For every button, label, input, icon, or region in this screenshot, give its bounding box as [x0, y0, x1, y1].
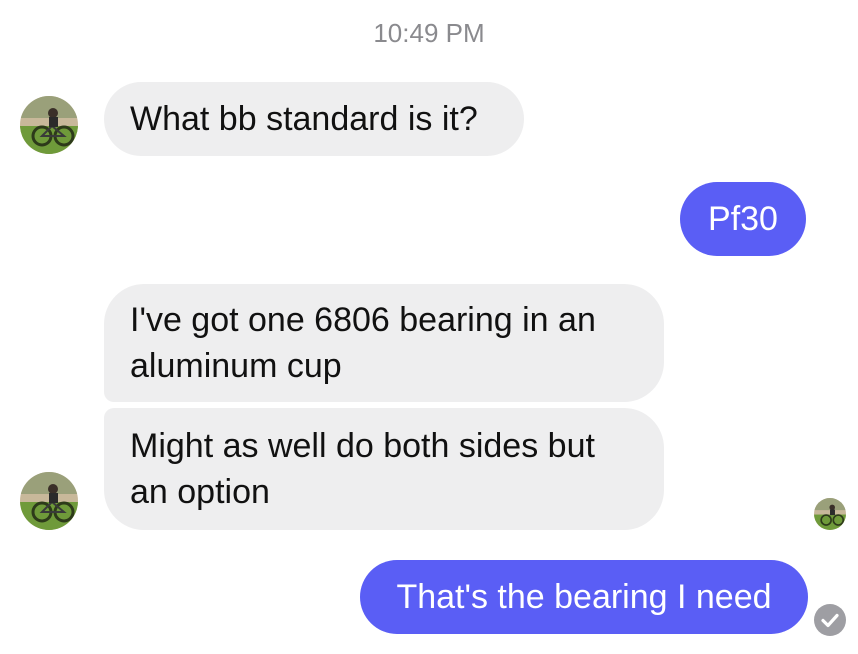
message-bubble-incoming[interactable]: What bb standard is it? [104, 82, 524, 156]
message-text: Might as well do both sides but an optio… [130, 427, 595, 511]
message-bubble-outgoing[interactable]: Pf30 [680, 182, 806, 256]
message-text: That's the bearing I need [396, 578, 772, 616]
message-text: Pf30 [708, 200, 778, 238]
timestamp: 10:49 PM [373, 18, 485, 48]
avatar-image [20, 472, 78, 530]
contact-avatar-photo[interactable] [20, 472, 78, 530]
message-bubble-incoming[interactable]: Might as well do both sides but an optio… [104, 408, 664, 530]
seen-avatar-image [814, 498, 846, 530]
message-bubble-outgoing[interactable]: That's the bearing I need [360, 560, 808, 634]
message-text: I've got one 6806 bearing in an aluminum… [130, 301, 596, 385]
avatar-image [20, 96, 78, 154]
seen-avatar-icon [814, 498, 846, 530]
message-text: What bb standard is it? [130, 100, 478, 138]
contact-avatar-photo[interactable] [20, 96, 78, 154]
message-bubble-incoming[interactable]: I've got one 6806 bearing in an aluminum… [104, 284, 664, 402]
checkmark-circle-icon [814, 604, 846, 636]
delivered-check-graphic [814, 604, 846, 636]
